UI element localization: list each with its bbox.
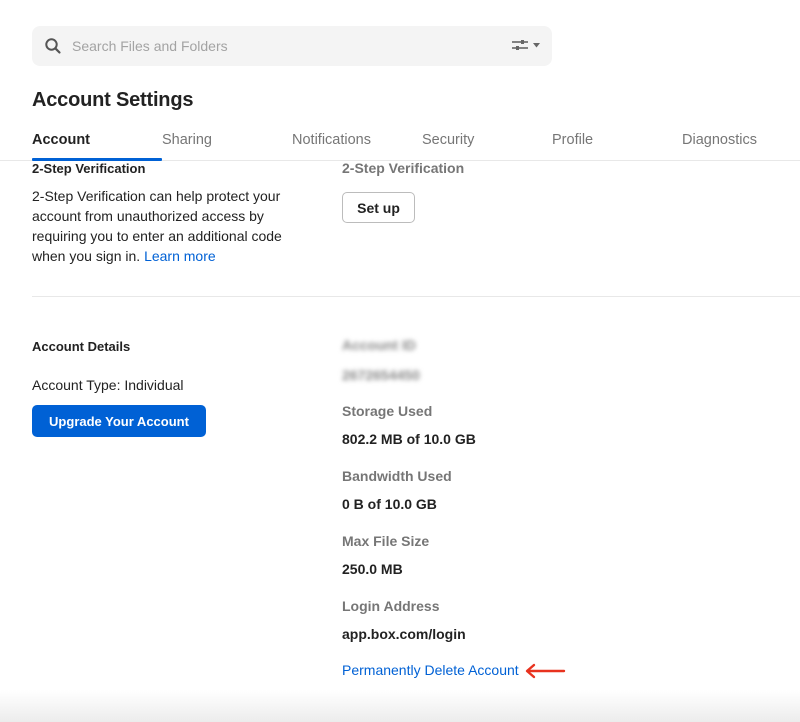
bottom-fade <box>0 690 800 722</box>
search-icon <box>45 38 61 54</box>
delete-account-link[interactable]: Permanently Delete Account <box>342 662 519 678</box>
section-divider <box>32 296 800 297</box>
account-type: Account Type: Individual <box>32 377 184 393</box>
tab-diagnostics[interactable]: Diagnostics <box>682 132 757 148</box>
search-filter-button[interactable] <box>511 38 540 52</box>
learn-more-link[interactable]: Learn more <box>144 248 216 264</box>
bandwidth-used-value: 0 B of 10.0 GB <box>342 496 437 512</box>
two-step-section-title: 2-Step Verification <box>32 161 146 176</box>
login-address-value: app.box.com/login <box>342 626 466 642</box>
account-id-label: Account ID <box>342 337 416 353</box>
storage-used-label: Storage Used <box>342 403 433 419</box>
arrow-left-icon <box>525 663 566 679</box>
login-address-label: Login Address <box>342 598 440 614</box>
setup-2fa-button[interactable]: Set up <box>342 192 415 223</box>
bandwidth-used-label: Bandwidth Used <box>342 468 452 484</box>
two-step-description: 2-Step Verification can help protect you… <box>32 186 302 266</box>
tab-account[interactable]: Account <box>32 132 90 148</box>
chevron-down-icon <box>533 42 540 47</box>
tab-security[interactable]: Security <box>422 132 474 148</box>
search-input[interactable] <box>72 26 492 66</box>
storage-used-value: 802.2 MB of 10.0 GB <box>342 431 476 447</box>
max-file-size-value: 250.0 MB <box>342 561 403 577</box>
account-id-value: 2672654450 <box>342 367 420 383</box>
search-bar <box>32 26 552 66</box>
account-details-title: Account Details <box>32 339 131 354</box>
max-file-size-label: Max File Size <box>342 533 430 549</box>
tab-sharing[interactable]: Sharing <box>162 132 212 148</box>
sliders-icon <box>512 40 528 50</box>
page-title: Account Settings <box>32 89 194 111</box>
tab-notifications[interactable]: Notifications <box>292 132 371 148</box>
tab-profile[interactable]: Profile <box>552 132 593 148</box>
two-step-field-label: 2-Step Verification <box>342 160 465 176</box>
settings-tabs: Account Sharing Notifications Security P… <box>0 122 800 161</box>
upgrade-account-button[interactable]: Upgrade Your Account <box>32 405 206 437</box>
